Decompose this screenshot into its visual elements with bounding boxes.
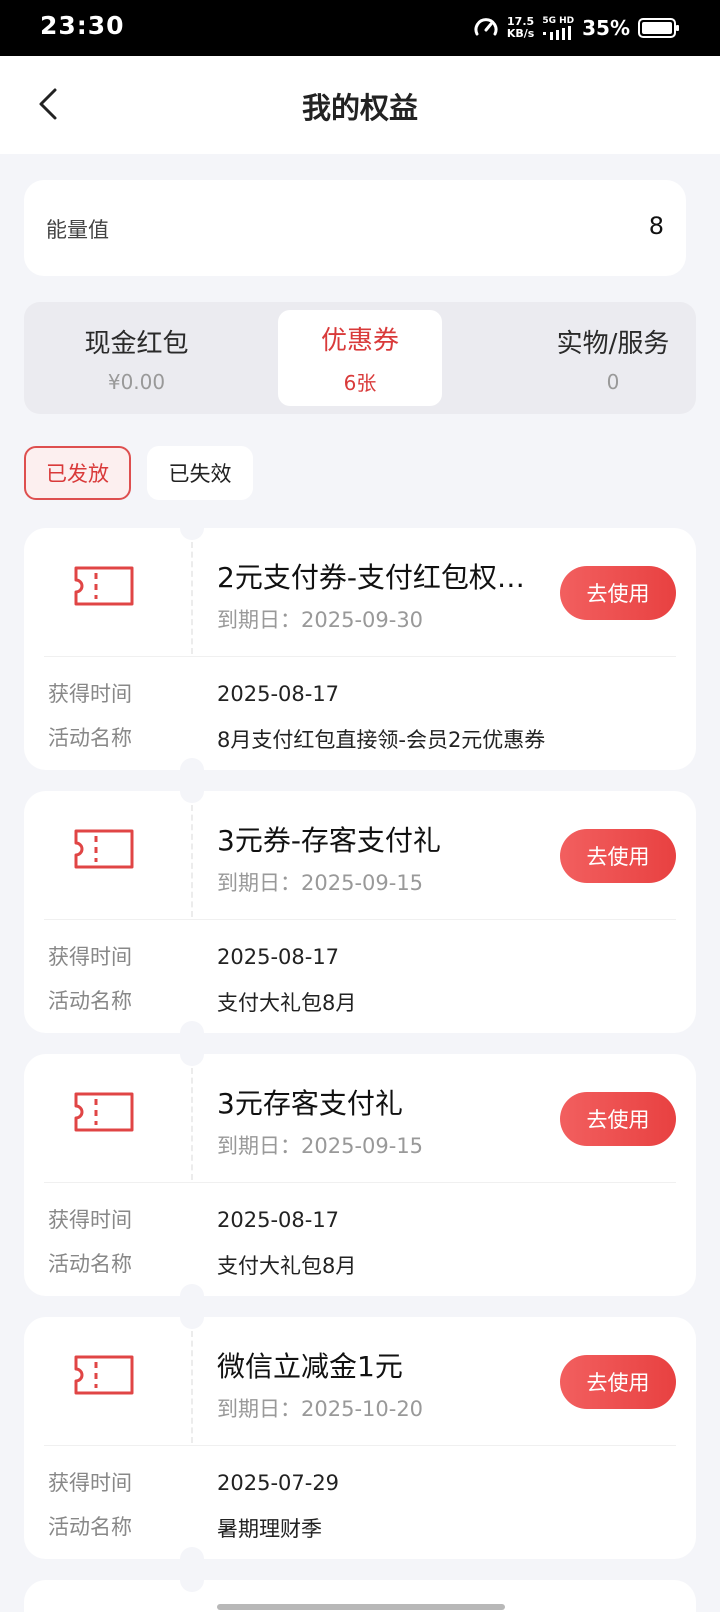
use-coupon-button[interactable]: 去使用 — [560, 1092, 676, 1146]
coupon-divider — [44, 919, 676, 920]
activity-name-label: 活动名称 — [48, 1252, 132, 1276]
coupon-title: 3元存客支付礼 — [217, 1087, 403, 1120]
coupon-perforation — [191, 1331, 193, 1443]
battery-percent: 35% — [582, 16, 630, 40]
activity-name-label: 活动名称 — [48, 726, 132, 750]
obtained-time-value: 2025-08-17 — [217, 682, 340, 706]
activity-name-label: 活动名称 — [48, 989, 132, 1013]
coupon-ticket-icon — [74, 829, 134, 869]
obtained-time-label: 获得时间 — [48, 945, 132, 969]
coupon-title: 2元支付券-支付红包权益券 — [217, 561, 525, 594]
page-title: 我的权益 — [301, 91, 418, 125]
coupon-ticket-icon — [74, 1092, 134, 1132]
coupon-card: 3元券-存客支付礼 到期日：2025-09-15 去使用 获得时间 活动名称 2… — [24, 779, 696, 1045]
home-indicator[interactable] — [217, 1604, 505, 1610]
activity-name-value: 支付大礼包8月 — [217, 1254, 357, 1278]
filter-issued[interactable]: 已发放 — [24, 446, 131, 500]
status-bar: 23:30 17.5 KB/s 5G HD 35% — [0, 0, 720, 56]
tab-coupons[interactable]: 优惠券 6张 — [278, 310, 442, 406]
coupon-card: 微信立减金1元 到期日：2025-10-20 去使用 获得时间 活动名称 202… — [24, 1305, 696, 1571]
coupon-ticket-icon — [74, 566, 134, 606]
coupon-card: 2元支付券-支付红包权益券 到期日：2025-09-30 去使用 获得时间 活动… — [24, 516, 696, 782]
signal-group: 5G HD — [542, 16, 574, 40]
status-time: 23:30 — [40, 11, 125, 40]
coupon-expiry: 到期日：2025-09-30 — [217, 608, 424, 632]
tab-value: 6张 — [343, 371, 377, 395]
obtained-time-label: 获得时间 — [48, 682, 132, 706]
coupon-perforation — [191, 805, 193, 917]
tab-title: 优惠券 — [320, 326, 399, 356]
energy-label: 能量值 — [46, 218, 109, 242]
obtained-time-value: 2025-08-17 — [217, 1208, 340, 1232]
coupon-card: 3元存客支付礼 到期日：2025-09-15 去使用 获得时间 活动名称 202… — [24, 1042, 696, 1308]
signal-icon — [543, 26, 572, 40]
coupon-notch — [180, 1305, 204, 1329]
coupon-notch — [180, 516, 204, 540]
coupon-expiry: 到期日：2025-09-15 — [217, 1134, 424, 1158]
coupon-expiry: 到期日：2025-10-20 — [217, 1397, 424, 1421]
speedometer-icon — [474, 18, 498, 36]
tab-physical-service[interactable]: 实物/服务 0 — [530, 310, 696, 406]
coupon-title: 3元券-存客支付礼 — [217, 824, 441, 857]
battery-icon — [638, 18, 679, 38]
obtained-time-value: 2025-08-17 — [217, 945, 340, 969]
coupon-expiry: 到期日：2025-09-15 — [217, 871, 424, 895]
coupon-divider — [44, 1445, 676, 1446]
coupon-notch — [180, 1568, 204, 1592]
net-speed-unit: KB/s — [506, 27, 535, 40]
status-indicators: 17.5 KB/s 5G HD 35% — [473, 12, 680, 44]
use-coupon-button[interactable]: 去使用 — [560, 566, 676, 620]
obtained-time-value: 2025-07-29 — [217, 1471, 340, 1495]
network-label: 5G HD — [542, 16, 575, 26]
filter-expired[interactable]: 已失效 — [147, 446, 253, 500]
tab-title: 实物/服务 — [556, 328, 670, 359]
activity-name-value: 8月支付红包直接领-会员2元优惠券 — [217, 728, 546, 752]
tab-value: ¥0.00 — [107, 369, 166, 394]
coupon-ticket-icon — [74, 1355, 134, 1395]
energy-card: 能量值 8 — [24, 180, 686, 276]
tab-cash-red-packet[interactable]: 现金红包 ¥0.00 — [34, 310, 239, 406]
use-coupon-button[interactable]: 去使用 — [560, 829, 676, 883]
energy-value: 8 — [648, 212, 664, 240]
coupon-notch — [180, 1042, 204, 1066]
obtained-time-label: 获得时间 — [48, 1471, 132, 1495]
coupon-notch — [180, 779, 204, 803]
coupon-title: 微信立减金1元 — [217, 1350, 403, 1383]
net-speed: 17.5 KB/s — [507, 16, 534, 40]
coupon-perforation — [191, 1068, 193, 1180]
tab-value: 0 — [606, 369, 620, 394]
obtained-time-label: 获得时间 — [48, 1208, 132, 1232]
header: 我的权益 — [0, 56, 720, 154]
tab-title: 现金红包 — [84, 328, 189, 359]
activity-name-label: 活动名称 — [48, 1515, 132, 1539]
activity-name-value: 暑期理财季 — [217, 1517, 322, 1541]
category-tabs: 现金红包 ¥0.00 优惠券 6张 实物/服务 0 — [24, 302, 696, 414]
coupon-divider — [44, 1182, 676, 1183]
activity-name-value: 支付大礼包8月 — [217, 991, 357, 1015]
use-coupon-button[interactable]: 去使用 — [560, 1355, 676, 1409]
coupon-perforation — [191, 542, 193, 654]
coupon-divider — [44, 656, 676, 657]
